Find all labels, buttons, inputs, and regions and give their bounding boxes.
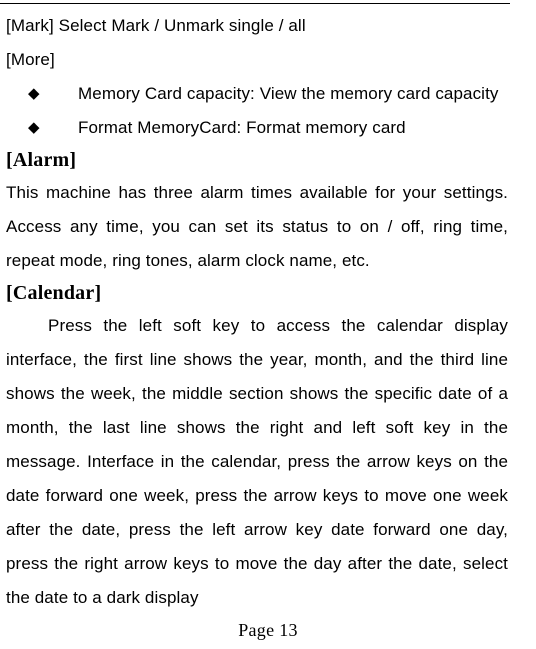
page-number-footer: Page 13 [238, 620, 298, 640]
diamond-bullet-icon: ◆ [28, 119, 40, 136]
section-heading-calendar: [Calendar] [6, 282, 102, 304]
section-heading-alarm: [Alarm] [6, 149, 77, 171]
section-paragraph-calendar: Press the left soft key to access the ca… [6, 316, 508, 607]
page-content: [Mark] Select Mark / Unmark single / all… [6, 9, 508, 615]
list-item: ◆ Format MemoryCard: Format memory card [6, 111, 508, 145]
list-item-label: Format MemoryCard: Format memory card [78, 118, 406, 137]
list-item-label: Memory Card capacity: View the memory ca… [78, 84, 499, 103]
section-paragraph-alarm: This machine has three alarm times avail… [6, 183, 508, 270]
document-page: [Mark] Select Mark / Unmark single / all… [0, 0, 536, 649]
more-option-line: [More] [6, 50, 55, 69]
diamond-bullet-icon: ◆ [28, 85, 40, 102]
header-rule [0, 3, 510, 4]
list-item: ◆ Memory Card capacity: View the memory … [6, 77, 508, 111]
mark-option-line: [Mark] Select Mark / Unmark single / all [6, 16, 306, 35]
